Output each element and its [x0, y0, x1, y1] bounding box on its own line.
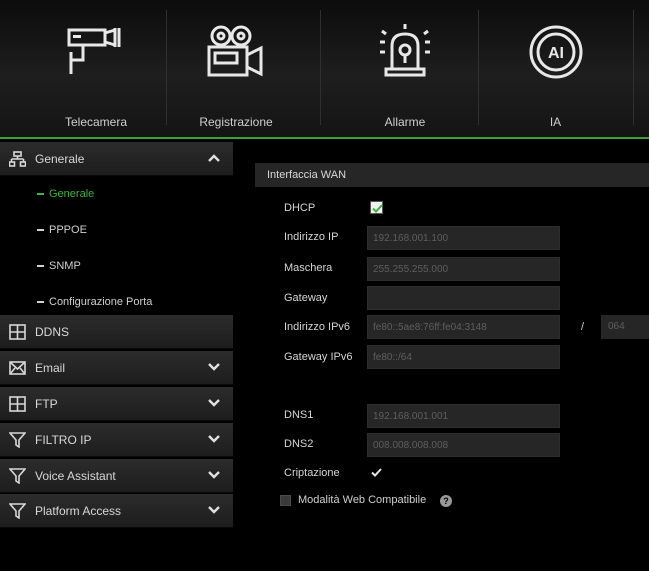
- top-navigation: Telecamera Registrazione Allarme AI IA: [0, 0, 649, 139]
- sidebar-section-filtro-ip[interactable]: FILTRO IP: [0, 423, 233, 457]
- sidebar-section-ddns[interactable]: DDNS: [0, 315, 233, 349]
- dash-icon: [37, 265, 44, 268]
- chevron-down-icon: [208, 399, 220, 407]
- prefix-separator: /: [581, 321, 585, 333]
- gateway-ipv6-label: Gateway IPv6: [284, 351, 353, 363]
- chevron-down-icon: [208, 471, 220, 479]
- nav-registrazione[interactable]: Registrazione: [166, 0, 306, 137]
- gateway-field[interactable]: [367, 286, 560, 310]
- ddns-icon: [9, 324, 26, 340]
- main-panel: Interfaccia WAN DHCP Indirizzo IP 192.16…: [233, 139, 649, 571]
- dns1-field[interactable]: 192.168.001.001: [367, 404, 560, 428]
- sidebar-item-label: Generale: [49, 188, 95, 200]
- chevron-down-icon: [208, 363, 220, 371]
- chevron-down-icon: [208, 435, 220, 443]
- svg-text:AI: AI: [548, 45, 564, 62]
- nav-label: IA: [549, 115, 562, 129]
- section-header: Interfaccia WAN: [255, 163, 649, 187]
- divider: [633, 10, 634, 125]
- mask-label: Maschera: [284, 262, 333, 274]
- network-icon: [9, 151, 26, 167]
- divider: [320, 10, 321, 125]
- filter-icon: [9, 468, 26, 484]
- compatible-mode-checkbox[interactable]: [280, 495, 291, 506]
- dash-icon: [37, 193, 44, 196]
- section-label: DDNS: [35, 325, 70, 339]
- sidebar-item-label: PPPOE: [49, 224, 87, 236]
- nav-label: Telecamera: [64, 115, 128, 129]
- section-label: Platform Access: [35, 504, 122, 518]
- sidebar: Generale Generale PPPOE SNMP Configurazi…: [0, 139, 233, 571]
- section-label: FILTRO IP: [35, 433, 92, 447]
- nav-ia[interactable]: AI IA: [478, 0, 633, 137]
- sidebar-item-label: SNMP: [49, 260, 81, 272]
- sidebar-item-label: Configurazione Porta: [49, 296, 153, 308]
- chevron-down-icon: [208, 506, 220, 514]
- sidebar-section-ftp[interactable]: FTP: [0, 387, 233, 421]
- email-icon: [9, 361, 26, 375]
- gateway-label: Gateway: [284, 292, 328, 304]
- sidebar-item-generale[interactable]: Generale: [0, 176, 233, 212]
- encryption-checkbox[interactable]: [370, 466, 383, 479]
- ipv6-address-field[interactable]: fe80::5ae8:76ff:fe04:3148: [367, 315, 560, 339]
- sidebar-section-generale[interactable]: Generale: [0, 142, 233, 176]
- section-label: Generale: [35, 152, 85, 166]
- encryption-label: Criptazione: [284, 467, 340, 479]
- alarm-icon: [380, 24, 430, 77]
- section-title: Interfaccia WAN: [267, 169, 347, 181]
- filter-icon: [9, 503, 26, 519]
- nav-allarme[interactable]: Allarme: [330, 0, 480, 137]
- dns1-label: DNS1: [284, 409, 314, 421]
- ftp-icon: [9, 396, 26, 412]
- dns2-field[interactable]: 008.008.008.008: [367, 433, 560, 457]
- ai-icon: AI: [529, 25, 582, 79]
- section-label: FTP: [35, 397, 58, 411]
- ipv6-label: Indirizzo IPv6: [284, 321, 351, 333]
- ip-label: Indirizzo IP: [284, 231, 339, 243]
- checkmark-icon: [372, 204, 383, 213]
- ip-address-field[interactable]: 192.168.001.100: [367, 226, 560, 250]
- section-label: Voice Assistant: [35, 469, 116, 483]
- sidebar-section-voice-assistant[interactable]: Voice Assistant: [0, 459, 233, 493]
- subnet-mask-field[interactable]: 255.255.255.000: [367, 257, 560, 281]
- chevron-up-icon: [208, 154, 220, 162]
- filter-icon: [9, 432, 26, 448]
- help-icon[interactable]: ?: [440, 495, 452, 507]
- section-label: Email: [35, 361, 66, 375]
- checkmark-icon: [371, 468, 382, 477]
- dash-icon: [37, 229, 44, 232]
- nav-label: Allarme: [384, 115, 426, 129]
- video-recorder-icon: [207, 25, 263, 77]
- gateway-ipv6-field[interactable]: fe80::/64: [367, 345, 560, 369]
- sidebar-item-snmp[interactable]: SNMP: [0, 248, 233, 284]
- camera-icon: [67, 27, 121, 74]
- compatible-mode-label: Modalità Web Compatibile: [298, 494, 427, 506]
- sidebar-section-platform-access[interactable]: Platform Access: [0, 494, 233, 528]
- sidebar-section-email[interactable]: Email: [0, 351, 233, 385]
- nav-telecamera[interactable]: Telecamera: [26, 0, 166, 137]
- ipv6-prefix-field[interactable]: 064: [601, 315, 649, 339]
- dash-icon: [37, 301, 44, 304]
- nav-label: Registrazione: [199, 115, 273, 129]
- dhcp-checkbox[interactable]: [370, 201, 383, 214]
- dns2-label: DNS2: [284, 438, 314, 450]
- sidebar-item-pppoe[interactable]: PPPOE: [0, 212, 233, 248]
- dhcp-label: DHCP: [284, 202, 316, 214]
